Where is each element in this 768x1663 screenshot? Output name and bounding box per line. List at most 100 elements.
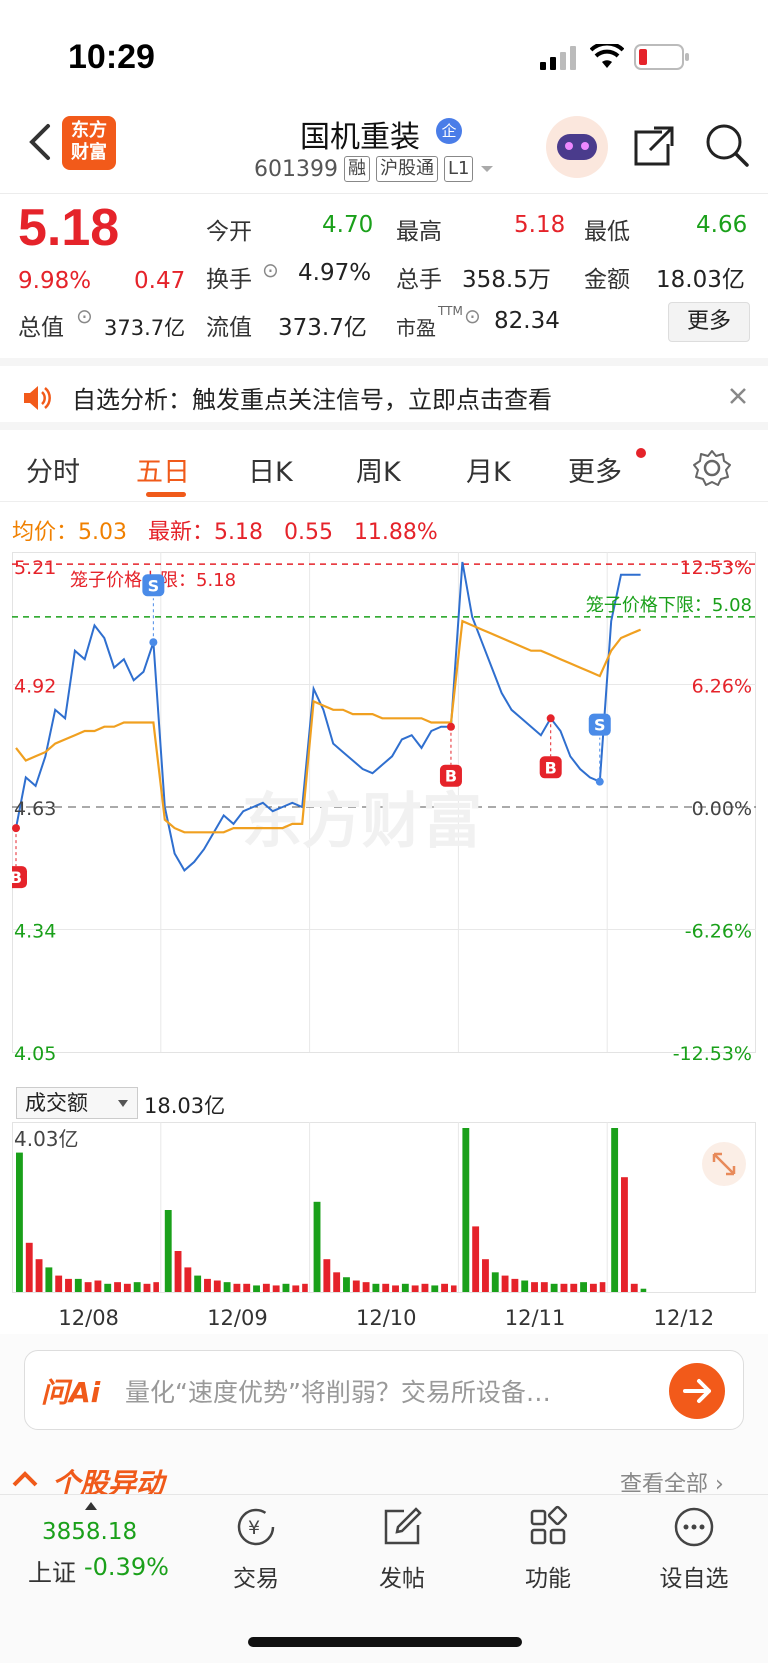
dropdown-icon[interactable] xyxy=(479,164,495,174)
date-label: 12/09 xyxy=(207,1306,268,1330)
volume-bar xyxy=(104,1283,112,1292)
assistant-robot-icon[interactable] xyxy=(546,116,608,178)
nav-trade-label: 交易 xyxy=(233,1566,279,1592)
volume-value: 358.5万 xyxy=(462,267,551,293)
nav-trade[interactable]: ¥ 交易 xyxy=(196,1505,316,1593)
volume-bar xyxy=(333,1272,341,1292)
tab-monthly-k[interactable]: 月K xyxy=(466,450,511,489)
avg-value: 5.03 xyxy=(78,520,127,545)
volume-bar xyxy=(272,1285,280,1292)
nav-post-label: 发帖 xyxy=(379,1566,425,1592)
y-tick-left: 4.05 xyxy=(14,1043,56,1065)
index-value[interactable]: 3858.18 xyxy=(42,1519,137,1545)
volume-bar xyxy=(84,1282,92,1292)
sell-marker-label: S xyxy=(148,576,160,595)
chart-tabs: 分时 五日 日K 周K 月K 更多 xyxy=(0,434,768,502)
index-name[interactable]: 上证 xyxy=(28,1553,76,1588)
volume-bar xyxy=(531,1282,538,1292)
high-label: 最高 xyxy=(396,219,442,245)
tab-daily-k[interactable]: 日K xyxy=(248,450,293,489)
settings-gear-icon[interactable] xyxy=(692,448,732,488)
app-logo[interactable]: 东方 财富 xyxy=(62,116,116,170)
close-icon[interactable] xyxy=(728,386,748,406)
volume-bar xyxy=(401,1283,409,1292)
volume-bar xyxy=(223,1282,231,1292)
amount-value: 18.03亿 xyxy=(656,267,745,293)
open-label: 今开 xyxy=(206,219,252,245)
volume-bar xyxy=(184,1267,192,1292)
volume-bar xyxy=(133,1282,141,1292)
pe-value: 82.34 xyxy=(494,308,560,334)
arrow-right-icon xyxy=(683,1379,711,1403)
tag-margin: 融 xyxy=(343,156,370,182)
date-label: 12/12 xyxy=(653,1306,715,1330)
float-label: 流值 xyxy=(206,315,252,341)
back-arrow-icon[interactable] xyxy=(26,122,52,162)
volume-bar xyxy=(25,1242,33,1292)
nav-functions[interactable]: 功能 xyxy=(488,1505,608,1593)
volume-bar xyxy=(45,1267,53,1292)
volume-bar xyxy=(599,1282,606,1292)
more-button[interactable]: 更多 xyxy=(668,302,750,342)
info-icon[interactable]: ⊙ xyxy=(76,304,93,328)
volume-bar xyxy=(243,1283,251,1292)
indicator-select[interactable]: 成交额 xyxy=(16,1087,138,1119)
volume-bar xyxy=(511,1278,519,1292)
nav-add-watchlist[interactable]: 设自选 xyxy=(634,1505,754,1593)
volume-bar xyxy=(621,1177,628,1292)
index-change[interactable]: -0.39% xyxy=(84,1553,169,1581)
volume-bar xyxy=(570,1283,578,1292)
stock-name: 国机重装 xyxy=(300,120,420,155)
volume-bar xyxy=(233,1283,241,1292)
info-icon[interactable]: ⊙ xyxy=(464,304,481,328)
home-indicator xyxy=(248,1637,522,1647)
nav-post[interactable]: 发帖 xyxy=(342,1505,462,1593)
volume-bar xyxy=(431,1285,439,1292)
y-tick-right: -6.26% xyxy=(685,921,752,943)
volume-frame xyxy=(12,1122,756,1293)
volume-bar xyxy=(540,1282,548,1292)
volume-bar xyxy=(313,1201,321,1292)
tag-level: L1 xyxy=(443,156,474,182)
sell-marker-label: S xyxy=(594,716,606,735)
volume-bar xyxy=(153,1282,159,1292)
buy-marker-label: B xyxy=(12,868,22,887)
chevron-up-icon[interactable] xyxy=(12,1470,38,1488)
share-icon[interactable] xyxy=(632,124,676,168)
ai-send-button[interactable] xyxy=(669,1363,725,1419)
volume-total: 18.03亿 xyxy=(144,1094,226,1118)
tab-intraday[interactable]: 分时 xyxy=(26,450,80,489)
wifi-icon xyxy=(590,44,624,68)
volume-chart[interactable]: 4.03亿 xyxy=(12,1122,756,1304)
tab-weekly-k[interactable]: 周K xyxy=(356,450,401,489)
mktcap-label: 总值 xyxy=(18,315,64,341)
speaker-icon xyxy=(24,386,51,410)
tab-five-day[interactable]: 五日 xyxy=(136,450,190,489)
volume-bar xyxy=(143,1283,151,1292)
notice-banner[interactable]: 自选分析：触发重点关注信号，立即点击查看 xyxy=(0,358,768,430)
pe-ttm: TTM xyxy=(438,304,463,318)
open-value: 4.70 xyxy=(322,212,374,238)
mktcap-value: 373.7亿 xyxy=(104,316,186,340)
volume-bar xyxy=(392,1285,399,1292)
nav-add-watchlist-label: 设自选 xyxy=(659,1566,729,1592)
ai-question-bar[interactable]: 问Ai 量化“速度优势”将削弱？交易所设备… xyxy=(24,1350,744,1430)
volume-bar xyxy=(194,1275,202,1292)
volume-bar xyxy=(282,1283,290,1292)
status-bar: 10:29 xyxy=(0,0,768,110)
buy-marker-label: B xyxy=(545,758,557,777)
info-icon[interactable]: ⊙ xyxy=(262,258,279,282)
active-tab-indicator xyxy=(146,492,186,497)
five-day-price-chart[interactable]: 东方财富 5.21 12.53% 4.92 6.26% 4.63 0.00% 4.34 -6.… xyxy=(12,552,756,1084)
stock-header: 东方 财富 国机重装 企 601399 融 沪股通 L1 xyxy=(0,110,768,194)
low-label: 最低 xyxy=(584,219,630,245)
nav-functions-label: 功能 xyxy=(525,1566,571,1592)
volume-bar xyxy=(491,1272,499,1292)
search-icon[interactable] xyxy=(704,122,750,168)
notice-text: 自选分析：触发重点关注信号，立即点击查看 xyxy=(72,386,552,414)
edit-post-icon xyxy=(384,1507,422,1545)
tab-more[interactable]: 更多 xyxy=(568,450,622,489)
status-time: 10:29 xyxy=(68,38,155,76)
y-tick-right: -12.53% xyxy=(673,1043,752,1065)
volume-bar xyxy=(482,1259,489,1292)
